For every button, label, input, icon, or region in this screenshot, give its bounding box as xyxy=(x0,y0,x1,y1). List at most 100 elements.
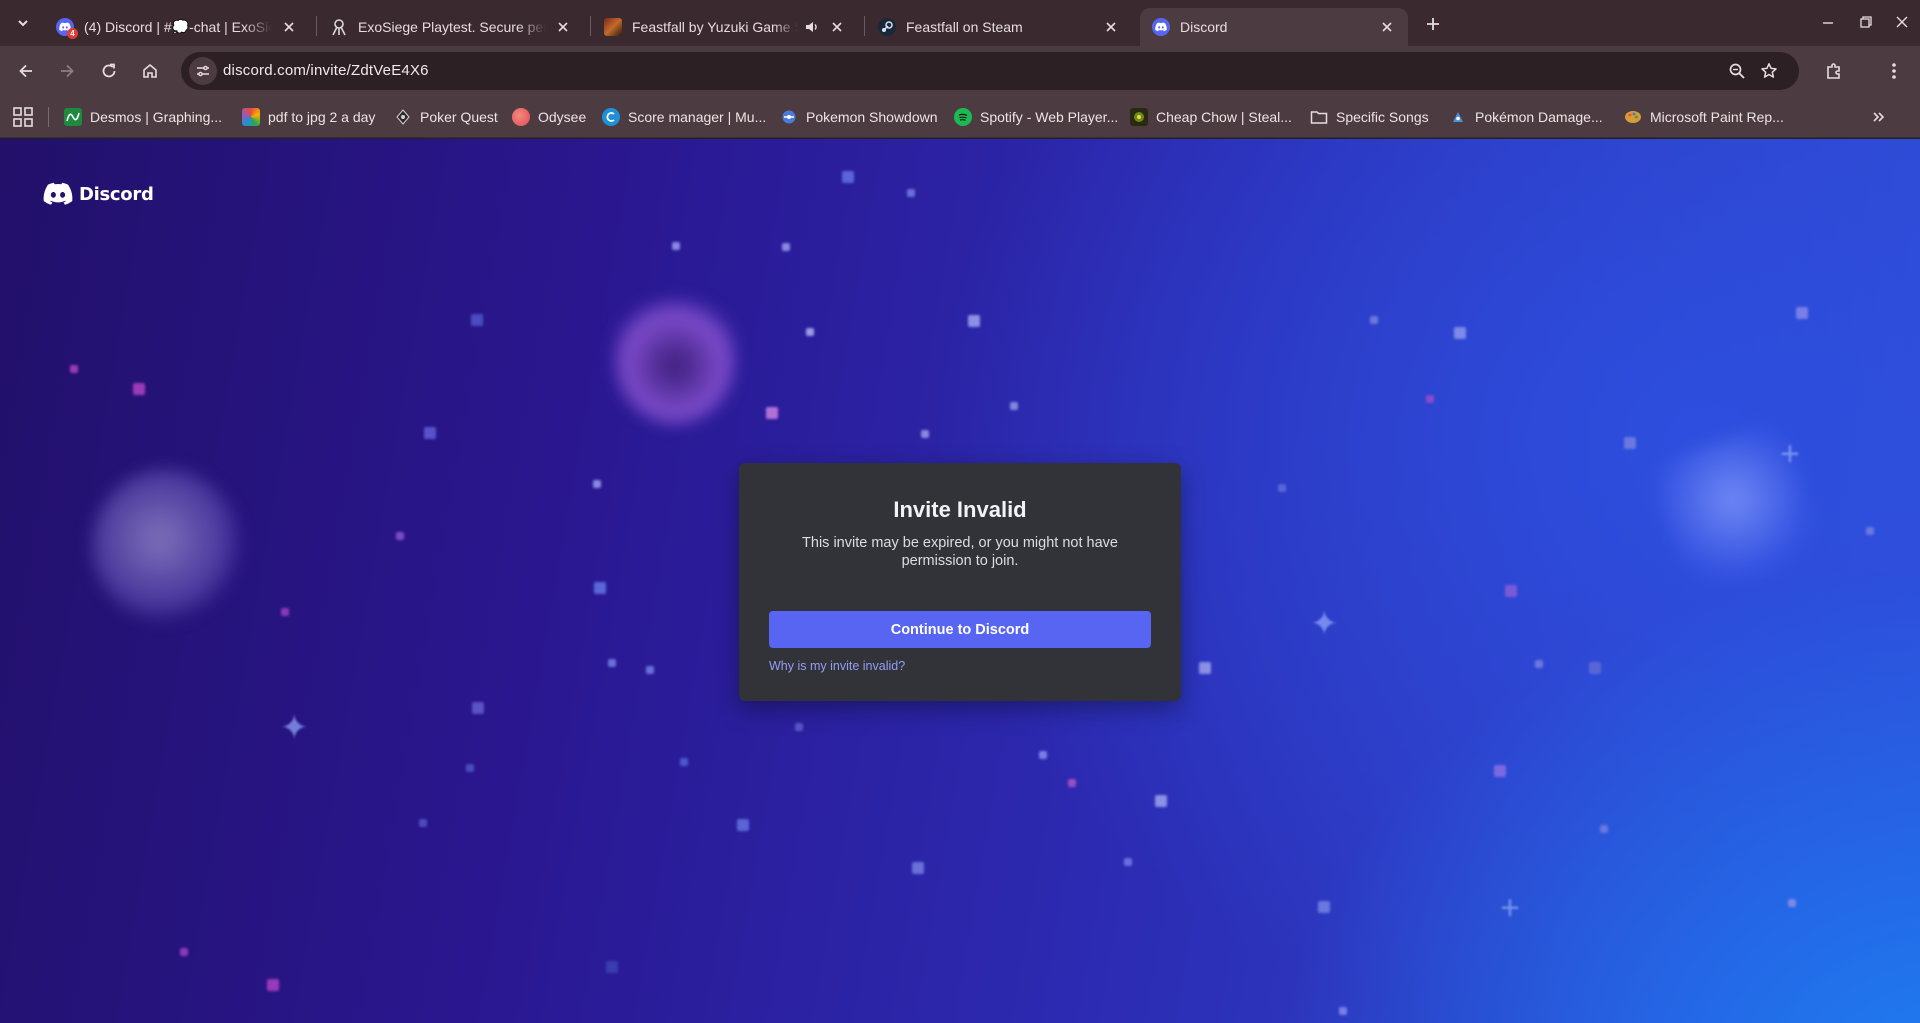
zoom-icon[interactable] xyxy=(1725,59,1749,83)
star-dot xyxy=(1624,437,1636,449)
bookmark-star-icon[interactable] xyxy=(1757,59,1781,83)
bookmark-label: Specific Songs xyxy=(1336,109,1429,125)
star-dot xyxy=(608,659,616,667)
star-dot xyxy=(1339,1007,1347,1015)
cheap-chow-icon xyxy=(1130,108,1148,126)
star-dot xyxy=(281,608,289,616)
restore-icon[interactable] xyxy=(1852,8,1880,36)
tab-search-dropdown-icon[interactable] xyxy=(10,10,36,36)
bookmark-desmos[interactable]: Desmos | Graphing... xyxy=(64,104,222,130)
forward-arrow-icon[interactable] xyxy=(53,57,81,85)
star-dot xyxy=(1788,899,1796,907)
star-dot xyxy=(1199,662,1211,674)
star-dot xyxy=(1318,901,1330,913)
close-tab-icon[interactable] xyxy=(828,18,846,36)
star-dot xyxy=(646,666,654,674)
star-dot xyxy=(912,862,924,874)
bookmark-label: Cheap Chow | Steal... xyxy=(1156,109,1292,125)
star-dot xyxy=(1535,660,1543,668)
bookmark-pokemon-showdown[interactable]: Pokemon Showdown xyxy=(780,104,938,130)
paint-icon xyxy=(1624,108,1642,126)
back-arrow-icon[interactable] xyxy=(12,57,40,85)
bookmarks-bar: Desmos | Graphing... pdf to jpg 2 a day … xyxy=(0,96,1920,138)
star-dot xyxy=(766,407,778,419)
bookmark-odysee[interactable]: Odysee xyxy=(512,104,586,130)
close-tab-icon[interactable] xyxy=(1378,18,1396,36)
poker-quest-icon xyxy=(394,108,412,126)
star-dot xyxy=(606,961,618,973)
bookmark-label: Pokemon Showdown xyxy=(806,109,938,125)
url-text[interactable]: discord.com/invite/ZdtVeE4X6 xyxy=(223,62,429,79)
bookmark-poker-quest[interactable]: Poker Quest xyxy=(394,104,498,130)
star-dot xyxy=(267,979,279,991)
star-dot xyxy=(133,383,145,395)
reload-icon[interactable] xyxy=(95,57,123,85)
bookmark-pokemon-damage[interactable]: Pokémon Damage... xyxy=(1449,104,1603,130)
bookmark-label: Pokémon Damage... xyxy=(1475,109,1603,125)
star-dot xyxy=(472,702,484,714)
sparkle-decoration: ✦ xyxy=(1310,605,1339,643)
sparkle-decoration: ✦ xyxy=(280,709,309,747)
home-icon[interactable] xyxy=(136,57,164,85)
orb-decoration xyxy=(92,469,242,624)
exosiege-icon xyxy=(330,18,348,36)
why-invite-invalid-link[interactable]: Why is my invite invalid? xyxy=(769,659,905,673)
star-dot xyxy=(907,189,915,197)
star-dot xyxy=(806,328,814,336)
bookmarks-divider xyxy=(48,107,49,127)
discord-logo[interactable]: Discord xyxy=(43,182,154,206)
star-dot xyxy=(1796,307,1808,319)
site-settings-icon[interactable] xyxy=(189,57,217,85)
star-dot xyxy=(1068,779,1076,787)
star-dot xyxy=(921,430,929,438)
tab-title: Discord xyxy=(1180,19,1228,35)
tab-feastfall-steam[interactable]: Feastfall on Steam xyxy=(866,8,1132,46)
more-bookmarks-chevron-icon[interactable] xyxy=(1866,105,1890,129)
pokemon-showdown-icon xyxy=(780,108,798,126)
star-dot xyxy=(1454,327,1466,339)
card-message: This invite may be expired, or you might… xyxy=(802,535,1118,569)
bookmark-microsoft-paint[interactable]: Microsoft Paint Rep... xyxy=(1624,104,1784,130)
desmos-icon xyxy=(64,108,82,126)
star-dot xyxy=(737,819,749,831)
discord-mark-icon xyxy=(43,182,73,205)
close-tab-icon[interactable] xyxy=(1102,18,1120,36)
star-dot xyxy=(1010,402,1018,410)
kebab-menu-icon[interactable] xyxy=(1880,57,1908,85)
star-dot xyxy=(1278,484,1286,492)
close-window-icon[interactable] xyxy=(1888,8,1916,36)
apps-grid-icon[interactable] xyxy=(12,106,34,128)
continue-to-discord-button[interactable]: Continue to Discord xyxy=(769,611,1151,648)
tab-discord-active[interactable]: Discord xyxy=(1140,8,1408,46)
close-tab-icon[interactable] xyxy=(280,18,298,36)
star-dot xyxy=(842,171,854,183)
star-dot xyxy=(70,365,78,373)
star-dot xyxy=(1589,662,1601,674)
star-dot xyxy=(180,948,188,956)
tab-discord-chat[interactable]: 4 (4) Discord | #💭-chat | ExoSiege xyxy=(44,8,310,46)
bookmark-label: Odysee xyxy=(538,109,587,125)
bookmark-score-manager[interactable]: Score manager | Mu... xyxy=(602,104,766,130)
new-tab-button[interactable] xyxy=(1419,10,1447,38)
tab-title: Feastfall on Steam xyxy=(906,19,1023,35)
bookmark-folder-specific-songs[interactable]: Specific Songs xyxy=(1310,104,1429,130)
bookmark-spotify[interactable]: Spotify - Web Player... xyxy=(954,104,1118,130)
star-dot xyxy=(1494,765,1506,777)
audio-playing-icon[interactable] xyxy=(804,19,820,35)
tab-feastfall-yuzuki[interactable]: Feastfall by Yuzuki Game Studio xyxy=(592,8,858,46)
feastfall-icon xyxy=(604,18,622,36)
close-tab-icon[interactable] xyxy=(554,18,572,36)
bookmark-cheap-chow[interactable]: Cheap Chow | Steal... xyxy=(1130,104,1292,130)
star-dot xyxy=(1124,858,1132,866)
bookmark-pdf-to-jpg[interactable]: pdf to jpg 2 a day xyxy=(242,104,375,130)
star-dot xyxy=(782,243,790,251)
address-bar[interactable]: discord.com/invite/ZdtVeE4X6 xyxy=(181,52,1799,90)
extensions-puzzle-icon[interactable] xyxy=(1820,57,1848,85)
star-dot xyxy=(471,314,483,326)
star-dot xyxy=(1039,751,1047,759)
tab-title: ExoSiege Playtest. Secure permission xyxy=(358,19,546,35)
tab-exosiege-playtest[interactable]: ExoSiege Playtest. Secure permission xyxy=(318,8,584,46)
invite-invalid-card: Invite Invalid This invite may be expire… xyxy=(739,463,1181,701)
minimize-icon[interactable] xyxy=(1814,8,1842,36)
pdf-to-jpg-icon xyxy=(242,108,260,126)
